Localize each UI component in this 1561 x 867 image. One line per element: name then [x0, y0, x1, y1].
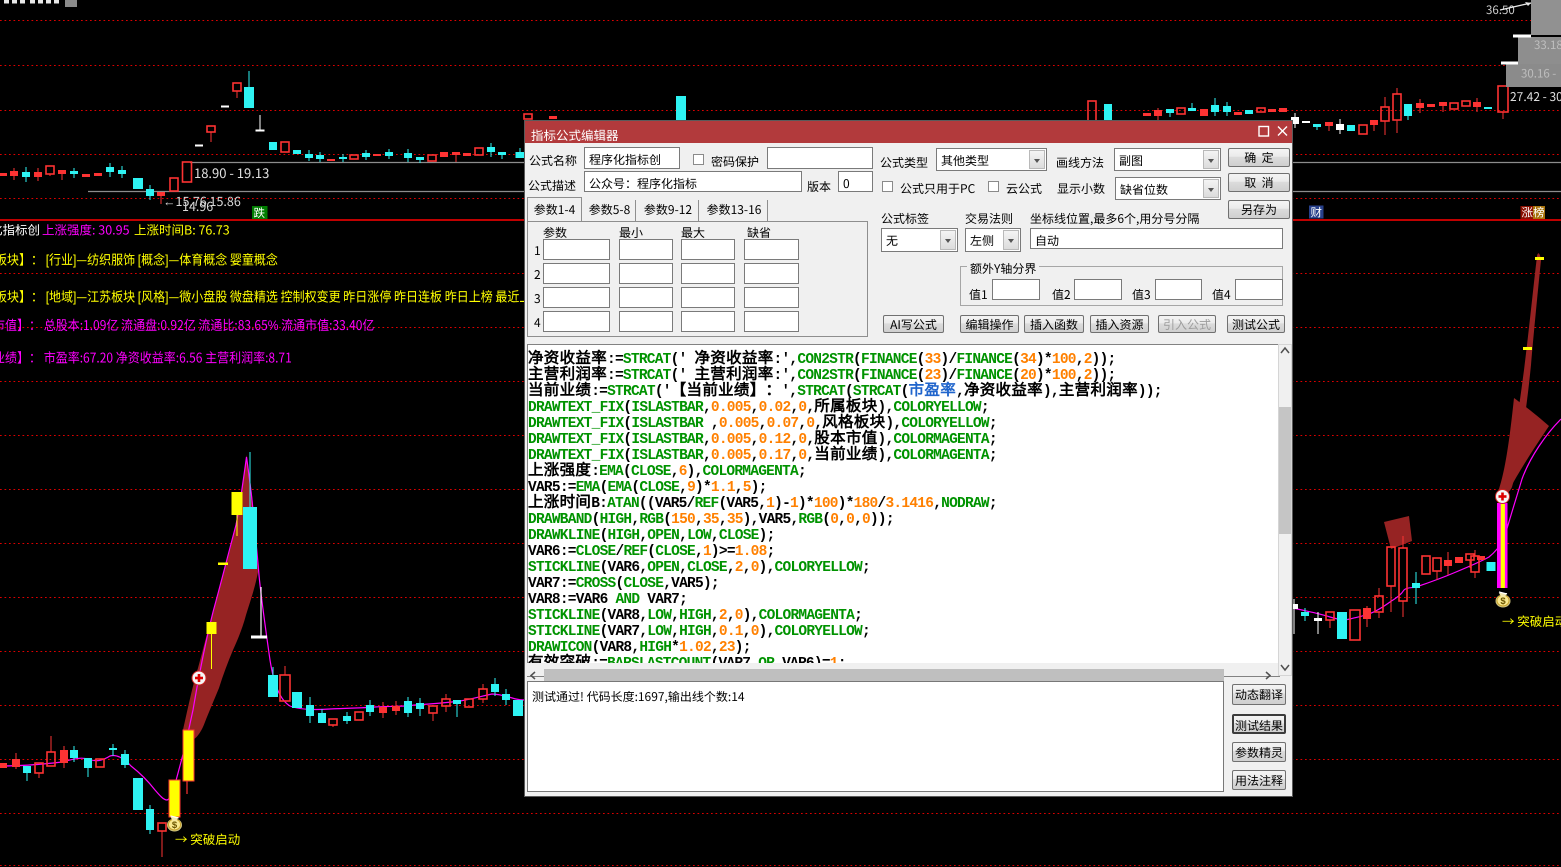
svg-text:14.96: 14.96 — [182, 196, 213, 215]
svg-text:$: $ — [1500, 596, 1506, 607]
svg-text:业绩】： 市盈率:67.20 净资收益率:6.56 主营利: 业绩】： 市盈率:67.20 净资收益率:6.56 主营利润率:8.71 — [0, 347, 292, 367]
svg-text:→ 突破启动: → 突破启动 — [175, 829, 240, 848]
svg-text:上涨强度: 30.95: 上涨强度: 30.95 — [42, 220, 130, 239]
svg-text:33.18: 33.18 — [1534, 37, 1561, 53]
svg-text:30.16 -: 30.16 - — [1521, 66, 1556, 82]
svg-text:→ 突破启动: → 突破启动 — [1502, 611, 1561, 630]
svg-text:化指标创: 化指标创 — [0, 220, 40, 239]
svg-text:板块】： [地域]—江苏板块 [风格]—微小盘股 微盘精选: 板块】： [地域]—江苏板块 [风格]—微小盘股 微盘精选 控制权变更 昨日涨停… — [0, 286, 532, 306]
svg-text:涨榜: 涨榜 — [1522, 205, 1545, 221]
svg-text:18.90 - 19.13: 18.90 - 19.13 — [194, 163, 269, 182]
svg-text:市值】： 总股本:1.09亿 流通盘:0.92亿 流通比:: 市值】： 总股本:1.09亿 流通盘:0.92亿 流通比:83.65% 流通市值… — [0, 314, 374, 334]
svg-text:上涨时间B: 76.73: 上涨时间B: 76.73 — [134, 220, 230, 239]
svg-text:跌: 跌 — [254, 205, 266, 221]
svg-text:财: 财 — [1311, 205, 1323, 221]
svg-text:27.42 - 30: 27.42 - 30 — [1510, 88, 1561, 105]
svg-text:板块】： [行业]—纺织服饰 [概念]—体育概念 婴童概念: 板块】： [行业]—纺织服饰 [概念]—体育概念 婴童概念 — [0, 249, 278, 269]
